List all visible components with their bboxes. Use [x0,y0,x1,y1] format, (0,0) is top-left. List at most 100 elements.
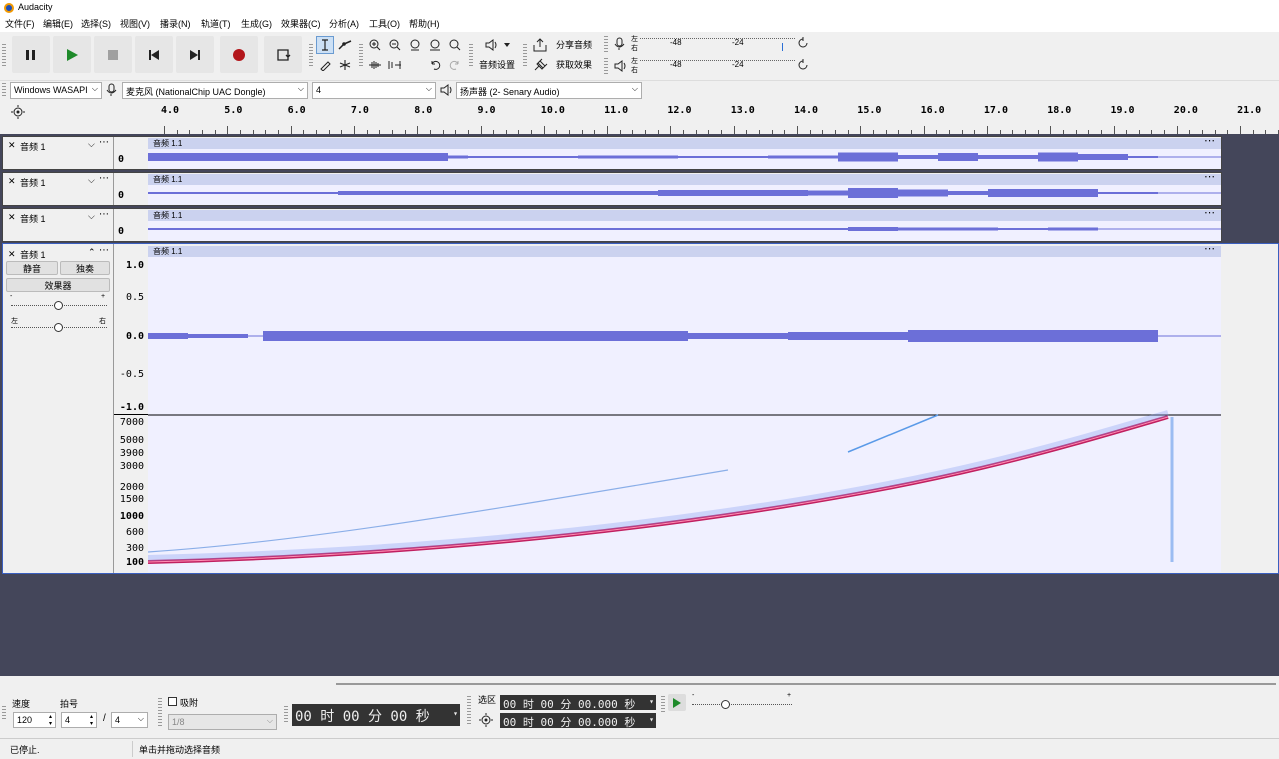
toolbar-grip[interactable] [2,83,6,97]
loop-button[interactable] [264,36,302,73]
selection-end[interactable]: 00 时 00 分 00.000 秒 ▾ [500,713,656,729]
close-track-icon[interactable]: ✕ [8,249,16,260]
zoom-out-button[interactable] [386,36,404,54]
caret-down-icon[interactable]: ▾ [649,715,654,724]
clip-header[interactable]: 音频 1.1 ⋯ [148,244,1221,257]
clip[interactable]: 音频 1.1 ⋯ [148,208,1221,241]
silence-button[interactable] [386,56,404,74]
tempo-input[interactable]: 120 ▴ ▾ [13,712,56,728]
audio-setup-button[interactable]: 音频设置 [476,36,520,73]
clip-menu-icon[interactable]: ⋯ [1204,136,1215,147]
speed-slider-thumb[interactable] [721,700,730,709]
close-track-icon[interactable]: ✕ [8,176,16,187]
zoom-in-button[interactable] [366,36,384,54]
track-name[interactable]: 音频 1 [20,140,46,153]
track-scale[interactable]: 0 [113,173,147,205]
multi-tool-button[interactable] [336,56,354,74]
clip-menu-icon[interactable]: ⋯ [1204,172,1215,183]
track-4-name[interactable]: 音频 1 [20,248,46,261]
pause-button[interactable] [12,36,50,73]
fit-project-button[interactable] [426,36,444,54]
toolbar-grip[interactable] [604,36,608,52]
selection-options-icon[interactable] [479,713,493,727]
fit-selection-button[interactable] [406,36,424,54]
clip-menu-icon[interactable]: ⋯ [1204,244,1215,255]
track-1[interactable]: ✕ 音频 1 ⌵ ⋯ 0 音频 1.1 ⋯ [2,136,1222,170]
toolbar-grip[interactable] [309,44,313,66]
menu-transport[interactable]: 播录(N) [158,17,193,30]
toolbar-grip[interactable] [469,44,473,66]
toolbar-grip[interactable] [284,706,288,722]
toolbar-grip[interactable] [158,698,162,728]
time-display[interactable]: 00 时 00 分 00 秒 ▾ [292,704,460,726]
caret-down-icon[interactable]: ▾ [649,697,654,706]
expand-track-icon[interactable]: ⌵ [88,175,95,186]
collapse-track-icon[interactable]: ⌃ [88,247,96,258]
sig-numerator-input[interactable]: 4 ▴ ▾ [61,712,97,728]
expand-track-icon[interactable]: ⌵ [88,211,95,222]
track-4-scale[interactable]: 1.0 0.5 0.0 -0.5 -1.0 7000 5000 3900 300… [113,244,148,573]
draw-tool-button[interactable] [316,56,334,74]
host-select[interactable]: Windows WASAPI ⌵ [10,82,102,99]
menu-analyze[interactable]: 分析(A) [327,17,361,30]
toolbar-grip[interactable] [2,44,6,66]
spin-icon[interactable]: ▴ ▾ [49,714,52,727]
record-button[interactable] [220,36,258,73]
toolbar-grip[interactable] [523,44,527,66]
toolbar-grip[interactable] [661,696,665,712]
gain-slider-thumb[interactable] [54,301,63,310]
track-3[interactable]: ✕ 音频 1 ⌵ ⋯ 0 音频 1.1 ⋯ [2,208,1222,242]
skip-to-end-button[interactable] [176,36,214,73]
clip[interactable]: 音频 1.1 ⋯ [148,136,1221,169]
play-at-speed-button[interactable] [668,694,686,711]
expand-track-icon[interactable]: ⌵ [88,139,95,150]
close-track-icon[interactable]: ✕ [8,140,16,151]
h-scrollbar[interactable] [336,683,1276,685]
menu-edit[interactable]: 编辑(E) [41,17,75,30]
spin-icon[interactable]: ▴ ▾ [90,714,93,727]
undo-button[interactable] [426,56,444,74]
playback-device-select[interactable]: 扬声器 (2- Senary Audio) ⌵ [456,82,642,99]
clip-header[interactable]: 音频 1.1 ⋯ [148,172,1221,185]
recording-device-select[interactable]: 麦克风 (NationalChip UAC Dongle) ⌵ [122,82,308,99]
menu-generate[interactable]: 生成(G) [239,17,274,30]
track-name[interactable]: 音频 1 [20,212,46,225]
menu-file[interactable]: 文件(F) [3,17,37,30]
clip-menu-icon[interactable]: ⋯ [1204,208,1215,219]
menu-view[interactable]: 视图(V) [118,17,152,30]
speed-slider-track[interactable] [692,704,792,705]
timeline-options-icon[interactable] [11,105,25,119]
menu-tracks[interactable]: 轨道(T) [199,17,233,30]
redo-button[interactable] [446,56,464,74]
solo-button[interactable]: 独奏 [60,261,110,275]
snap-select[interactable]: 1/8 ⌵ [168,714,277,730]
track-menu-icon[interactable]: ⋯ [99,137,109,148]
track-menu-icon[interactable]: ⋯ [99,173,109,184]
track-2[interactable]: ✕ 音频 1 ⌵ ⋯ 0 音频 1.1 ⋯ [2,172,1222,206]
sig-denominator-select[interactable]: 4 ⌵ [111,712,148,728]
envelope-tool-button[interactable] [336,36,354,54]
playback-meter[interactable]: 左 右 -48 -24 [612,57,812,75]
clip-header[interactable]: 音频 1.1 ⋯ [148,136,1221,149]
effects-button[interactable]: 效果器 [6,278,110,292]
toolbar-grip[interactable] [604,58,608,74]
menu-effects[interactable]: 效果器(C) [279,17,323,30]
close-track-icon[interactable]: ✕ [8,212,16,223]
skip-to-start-button[interactable] [135,36,173,73]
toolbar-grip[interactable] [2,706,6,720]
get-effects-button[interactable]: 获取效果 [532,56,600,73]
toolbar-grip[interactable] [359,44,363,66]
pan-slider-thumb[interactable] [54,323,63,332]
track-name[interactable]: 音频 1 [20,176,46,189]
zoom-toggle-button[interactable] [446,36,464,54]
mute-button[interactable]: 静音 [6,261,58,275]
caret-down-icon[interactable]: ▾ [453,709,458,718]
recording-meter[interactable]: 左 右 -48 -24 [612,35,812,53]
menu-tools[interactable]: 工具(O) [367,17,402,30]
clip[interactable]: 音频 1.1 ⋯ [148,172,1221,205]
track-scale[interactable]: 0 [113,137,147,169]
track-menu-icon[interactable]: ⋯ [99,209,109,220]
trim-button[interactable] [366,56,384,74]
track-menu-icon[interactable]: ⋯ [99,245,109,256]
clip-header[interactable]: 音频 1.1 ⋯ [148,208,1221,221]
